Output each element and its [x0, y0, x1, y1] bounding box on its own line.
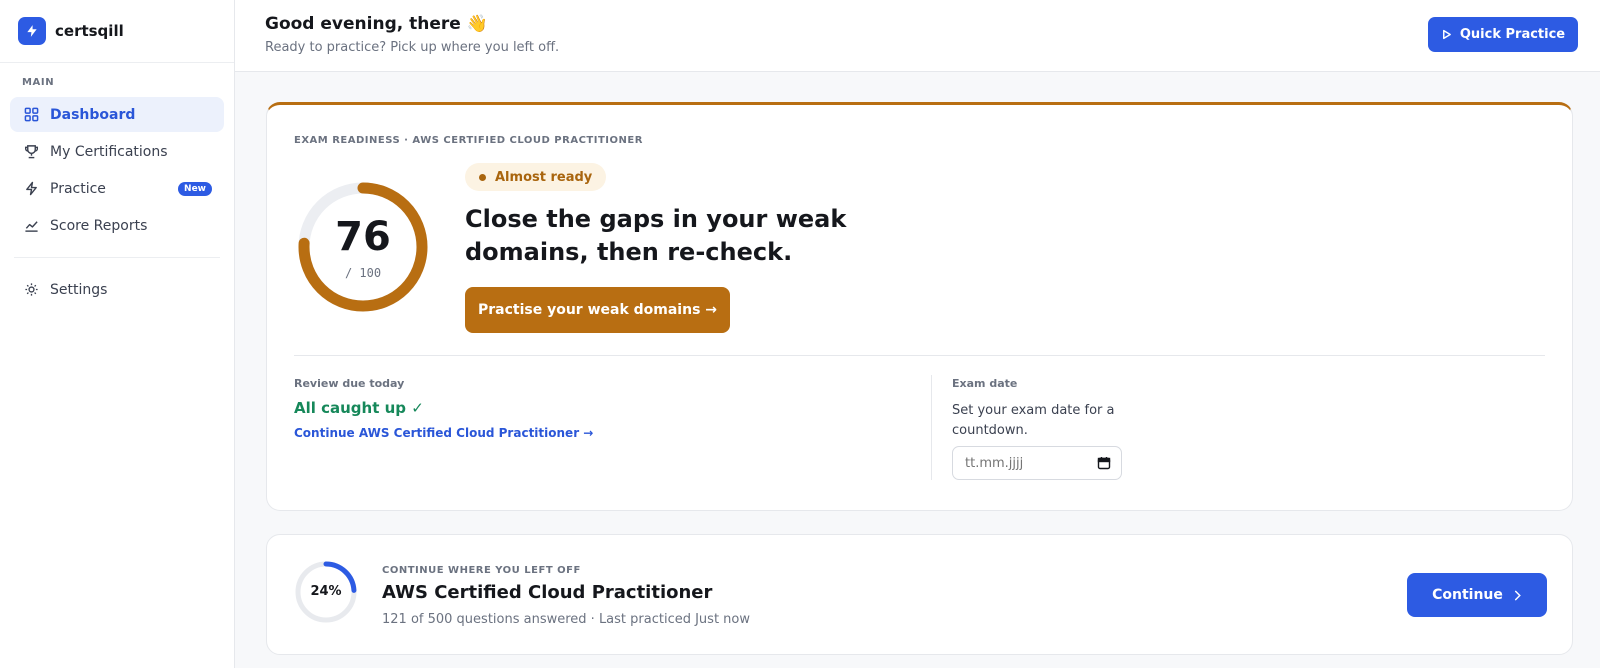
status-badge: Almost ready [465, 163, 607, 191]
sidebar-item-label: Dashboard [50, 106, 136, 123]
greeting-subtitle: Ready to practice? Pick up where you lef… [265, 40, 560, 55]
sidebar-item-score-reports[interactable]: Score Reports [10, 208, 224, 243]
readiness-score-max: / 100 [344, 266, 382, 280]
nav-section-label: MAIN [22, 77, 55, 88]
sidebar-item-practice[interactable]: Practice New [10, 171, 224, 206]
continue-card: 24% CONTINUE WHERE YOU LEFT OFF AWS Cert… [266, 534, 1573, 655]
bolt-icon [23, 181, 39, 197]
gear-icon [23, 282, 39, 298]
readiness-score-value: 76 [335, 214, 391, 260]
grid-icon [23, 107, 39, 123]
sidebar: certsqill MAIN Dashboard My Certificatio… [0, 0, 235, 668]
review-due-label: Review due today [294, 377, 405, 390]
review-status: All caught up ✓ [294, 399, 424, 417]
brand[interactable]: certsqill [0, 0, 234, 63]
status-badge-label: Almost ready [495, 169, 593, 185]
sidebar-item-my-certifications[interactable]: My Certifications [10, 134, 224, 169]
new-badge: New [178, 182, 212, 196]
exam-date-help: Set your exam date for a countdown. [952, 403, 1115, 438]
column-divider [931, 375, 932, 480]
bolt-logo-icon [18, 17, 46, 45]
sidebar-divider [14, 257, 220, 258]
sidebar-item-label: My Certifications [50, 143, 168, 160]
brand-name: certsqill [55, 22, 124, 40]
top-header: Good evening, there 👋 Ready to practice?… [235, 0, 1600, 72]
card-divider [294, 355, 1545, 356]
readiness-headline: Close the gaps in your weak domains, the… [465, 205, 847, 266]
sidebar-item-label: Score Reports [50, 217, 148, 234]
status-dot-icon [479, 173, 486, 181]
readiness-eyebrow: EXAM READINESS · AWS CERTIFIED CLOUD PRA… [294, 135, 643, 146]
chevron-right-icon [1514, 590, 1521, 600]
quick-practice-label: Quick Practice [1459, 27, 1566, 42]
chart-line-icon [23, 218, 39, 234]
sidebar-item-dashboard[interactable]: Dashboard [10, 97, 224, 132]
continue-certification-link[interactable]: Continue AWS Certified Cloud Practitione… [294, 426, 593, 440]
practise-weak-domains-button[interactable]: Practise your weak domains → [465, 287, 730, 333]
sidebar-item-label: Practice [50, 180, 106, 197]
exam-date-label: Exam date [952, 377, 1018, 390]
continue-button-label: Continue [1432, 587, 1503, 603]
sidebar-item-label: Settings [50, 281, 108, 298]
certification-title: AWS Certified Cloud Practitioner [382, 582, 713, 603]
play-icon [1442, 29, 1451, 40]
calendar-icon[interactable] [1097, 456, 1111, 470]
trophy-icon [23, 144, 39, 160]
progress-percent: 24% [310, 584, 342, 599]
certification-progress-meta: 121 of 500 questions answered · Last pra… [382, 612, 750, 627]
continue-button[interactable]: Continue [1407, 573, 1547, 617]
greeting-title: Good evening, there 👋 [265, 14, 488, 34]
quick-practice-button[interactable]: Quick Practice [1428, 17, 1578, 52]
exam-readiness-card: EXAM READINESS · AWS CERTIFIED CLOUD PRA… [266, 102, 1573, 511]
sidebar-item-settings[interactable]: Settings [10, 272, 224, 307]
continue-eyebrow: CONTINUE WHERE YOU LEFT OFF [382, 565, 581, 576]
